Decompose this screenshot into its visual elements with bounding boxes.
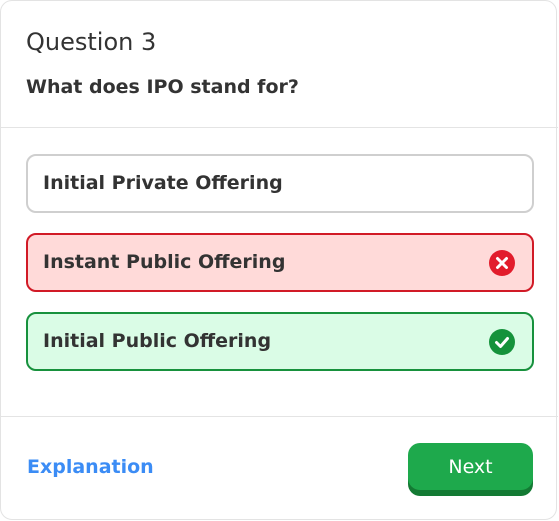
- answer-option-3-correct[interactable]: Initial Public Offering: [26, 312, 534, 371]
- question-text: What does IPO stand for?: [26, 76, 299, 98]
- answer-option-label: Initial Public Offering: [43, 330, 272, 352]
- question-header: Question 3 What does IPO stand for?: [1, 1, 558, 128]
- answer-option-label: Initial Private Offering: [43, 172, 283, 194]
- explanation-link[interactable]: Explanation: [27, 454, 154, 480]
- question-number: Question 3: [26, 28, 157, 56]
- answer-options: Initial Private Offering Instant Public …: [26, 154, 534, 391]
- quiz-card: Question 3 What does IPO stand for? Init…: [0, 0, 558, 521]
- answer-option-1[interactable]: Initial Private Offering: [26, 154, 534, 213]
- next-button[interactable]: Next: [408, 443, 533, 490]
- quiz-footer: Explanation Next: [1, 416, 558, 521]
- x-circle-icon: [489, 250, 515, 276]
- answer-option-2-wrong[interactable]: Instant Public Offering: [26, 233, 534, 292]
- answer-option-label: Instant Public Offering: [43, 251, 286, 273]
- check-circle-icon: [489, 329, 515, 355]
